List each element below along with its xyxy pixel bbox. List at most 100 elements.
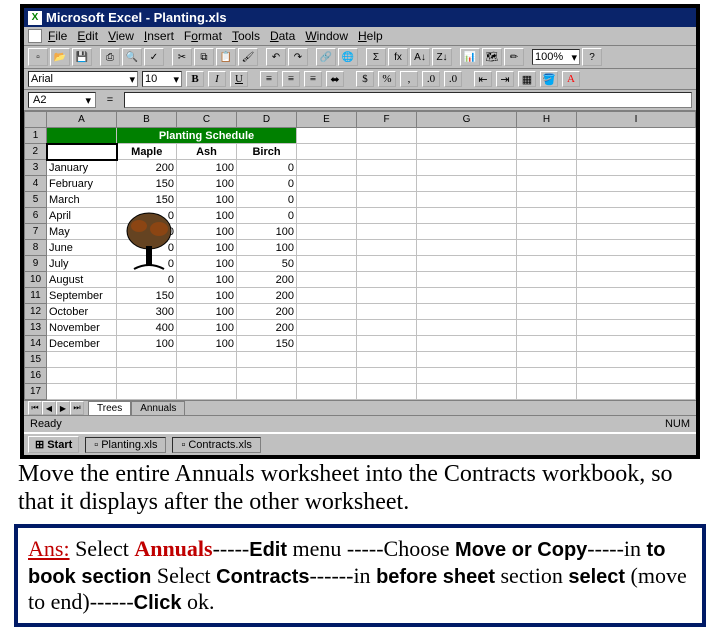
draw-icon[interactable]: ✏ xyxy=(504,48,524,66)
save-icon[interactable]: 💾 xyxy=(72,48,92,66)
new-icon[interactable]: ▫ xyxy=(28,48,48,66)
row-header[interactable]: 2 xyxy=(25,144,47,160)
sort-desc-icon[interactable]: Z↓ xyxy=(432,48,452,66)
menu-view[interactable]: View xyxy=(108,29,134,43)
paint-icon[interactable]: 🖌 xyxy=(238,48,258,66)
row-header[interactable]: 16 xyxy=(25,368,47,384)
menubar: File Edit View Insert Format Tools Data … xyxy=(24,27,696,46)
col-header[interactable]: D xyxy=(237,112,297,128)
font-color-icon[interactable]: A xyxy=(562,71,580,87)
align-center-icon[interactable]: ≡ xyxy=(282,71,300,87)
tab-next-icon[interactable]: ▶ xyxy=(56,401,70,415)
tab-annuals[interactable]: Annuals xyxy=(131,401,185,415)
percent-icon[interactable]: % xyxy=(378,71,396,87)
col-header[interactable]: C xyxy=(177,112,237,128)
taskbar-item-contracts[interactable]: ▫Contracts.xls xyxy=(172,437,260,453)
cut-icon[interactable]: ✂ xyxy=(172,48,192,66)
menu-window[interactable]: Window xyxy=(305,29,348,43)
menu-insert[interactable]: Insert xyxy=(144,29,174,43)
open-icon[interactable]: 📂 xyxy=(50,48,70,66)
tab-last-icon[interactable]: ⏭ xyxy=(70,401,84,415)
col-header[interactable]: F xyxy=(357,112,417,128)
col-header[interactable]: B xyxy=(117,112,177,128)
formula-bar: A2▾ = xyxy=(24,90,696,111)
row-header[interactable]: 8 xyxy=(25,240,47,256)
row-header[interactable]: 14 xyxy=(25,336,47,352)
row-header[interactable]: 11 xyxy=(25,288,47,304)
chart-icon[interactable]: 📊 xyxy=(460,48,480,66)
map-icon[interactable]: 🗺 xyxy=(482,48,502,66)
row-header[interactable]: 10 xyxy=(25,272,47,288)
select-all-corner[interactable] xyxy=(25,112,47,128)
tab-first-icon[interactable]: ⏮ xyxy=(28,401,42,415)
tab-trees[interactable]: Trees xyxy=(88,401,131,415)
menu-data[interactable]: Data xyxy=(270,29,295,43)
menu-file[interactable]: File xyxy=(48,29,67,43)
font-combo[interactable]: Arial▾ xyxy=(28,71,138,87)
border-icon[interactable]: ▦ xyxy=(518,71,536,87)
taskbar-item-planting[interactable]: ▫Planting.xls xyxy=(85,437,166,453)
currency-icon[interactable]: $ xyxy=(356,71,374,87)
equals-label: = xyxy=(102,94,118,106)
row-header[interactable]: 17 xyxy=(25,384,47,400)
row-header[interactable]: 4 xyxy=(25,176,47,192)
undo-icon[interactable]: ↶ xyxy=(266,48,286,66)
row-header[interactable]: 9 xyxy=(25,256,47,272)
comma-icon[interactable]: , xyxy=(400,71,418,87)
web-icon[interactable]: 🌐 xyxy=(338,48,358,66)
table-title: Planting Schedule xyxy=(117,128,297,144)
inc-decimal-icon[interactable]: .0 xyxy=(422,71,440,87)
windows-icon: ⊞ xyxy=(35,438,44,451)
preview-icon[interactable]: 🔍 xyxy=(122,48,142,66)
fill-icon[interactable]: 🪣 xyxy=(540,71,558,87)
chevron-down-icon: ▾ xyxy=(129,73,135,86)
paste-icon[interactable]: 📋 xyxy=(216,48,236,66)
help-icon[interactable]: ? xyxy=(582,48,602,66)
fx-icon[interactable]: fx xyxy=(388,48,408,66)
dec-decimal-icon[interactable]: .0 xyxy=(444,71,462,87)
menu-tools[interactable]: Tools xyxy=(232,29,260,43)
chevron-down-icon: ▾ xyxy=(571,51,577,64)
row-header[interactable]: 13 xyxy=(25,320,47,336)
print-icon[interactable]: ⎙ xyxy=(100,48,120,66)
col-header[interactable]: A xyxy=(47,112,117,128)
tree-clipart xyxy=(124,211,174,271)
menu-help[interactable]: Help xyxy=(358,29,383,43)
merge-icon[interactable]: ⬌ xyxy=(326,71,344,87)
row-header[interactable]: 5 xyxy=(25,192,47,208)
fontsize-combo[interactable]: 10▾ xyxy=(142,71,182,87)
formula-input[interactable] xyxy=(124,92,692,108)
taskbar: ⊞Start ▫Planting.xls ▫Contracts.xls xyxy=(24,432,696,455)
italic-button[interactable]: I xyxy=(208,71,226,87)
menu-format[interactable]: Format xyxy=(184,29,222,43)
name-box[interactable]: A2▾ xyxy=(28,92,96,108)
spell-icon[interactable]: ✓ xyxy=(144,48,164,66)
align-left-icon[interactable]: ≡ xyxy=(260,71,278,87)
tab-prev-icon[interactable]: ◀ xyxy=(42,401,56,415)
col-header[interactable]: H xyxy=(517,112,577,128)
menu-edit[interactable]: Edit xyxy=(77,29,98,43)
row-header[interactable]: 3 xyxy=(25,160,47,176)
copy-icon[interactable]: ⧉ xyxy=(194,48,214,66)
zoom-combo[interactable]: 100%▾ xyxy=(532,49,580,65)
row-header[interactable]: 1 xyxy=(25,128,47,144)
col-header[interactable]: I xyxy=(577,112,696,128)
row-header[interactable]: 6 xyxy=(25,208,47,224)
col-header[interactable]: G xyxy=(417,112,517,128)
align-right-icon[interactable]: ≡ xyxy=(304,71,322,87)
col-header[interactable]: E xyxy=(297,112,357,128)
indent-inc-icon[interactable]: ⇥ xyxy=(496,71,514,87)
underline-button[interactable]: U xyxy=(230,71,248,87)
sort-asc-icon[interactable]: A↓ xyxy=(410,48,430,66)
indent-dec-icon[interactable]: ⇤ xyxy=(474,71,492,87)
redo-icon[interactable]: ↷ xyxy=(288,48,308,66)
sum-icon[interactable]: Σ xyxy=(366,48,386,66)
status-num: NUM xyxy=(665,418,690,430)
link-icon[interactable]: 🔗 xyxy=(316,48,336,66)
row-header[interactable]: 7 xyxy=(25,224,47,240)
row-header[interactable]: 12 xyxy=(25,304,47,320)
row-header[interactable]: 15 xyxy=(25,352,47,368)
start-button[interactable]: ⊞Start xyxy=(28,436,79,453)
excel-window: X Microsoft Excel - Planting.xls File Ed… xyxy=(20,4,700,459)
bold-button[interactable]: B xyxy=(186,71,204,87)
